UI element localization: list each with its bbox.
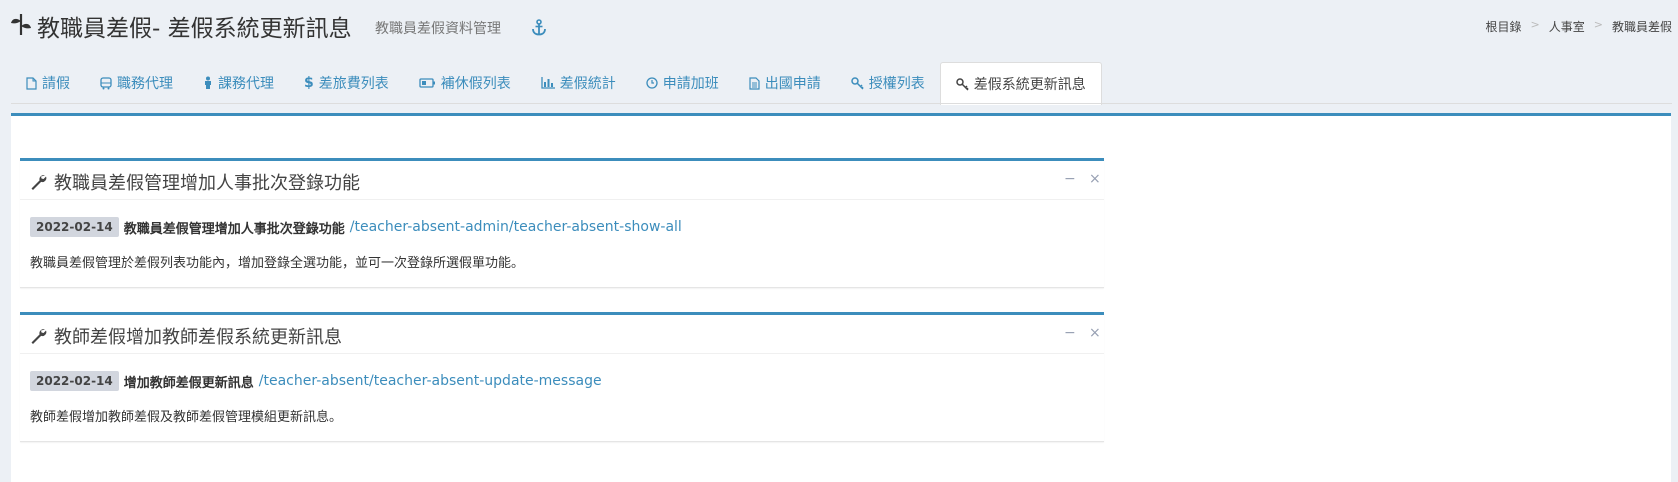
dollar-icon: $ (304, 75, 314, 91)
file-icon (26, 76, 37, 90)
wrench-icon (31, 175, 47, 190)
tab-label: 職務代理 (117, 76, 173, 92)
tab-label: 申請加班 (662, 76, 719, 92)
tab-class-proxy[interactable]: 課務代理 (188, 62, 289, 104)
battery-icon (419, 78, 436, 88)
breadcrumb-item-current: 教職員差假 (1611, 20, 1672, 34)
breadcrumb: 根目錄 > 人事室 > 教職員差假 (1486, 18, 1672, 35)
update-box: 教職員差假管理增加人事批次登錄功能 − × 2022-02-14 教職員差假管理… (20, 158, 1104, 288)
box-title: 教師差假增加教師差假系統更新訊息 (54, 327, 342, 348)
update-entry: 2022-02-14 教職員差假管理增加人事批次登錄功能 /teacher-ab… (30, 217, 682, 237)
document-icon (749, 76, 760, 90)
tab-label: 授權列表 (868, 76, 925, 92)
breadcrumb-separator: > (1593, 18, 1603, 31)
date-badge: 2022-02-14 (30, 217, 119, 237)
close-button[interactable]: × (1089, 170, 1101, 188)
minimize-button[interactable]: − (1064, 170, 1076, 188)
tab-travel-expense[interactable]: $ 差旅費列表 (289, 62, 404, 104)
tab-leave-statistics[interactable]: 差假統計 (526, 62, 631, 104)
box-header: 教師差假增加教師差假系統更新訊息 − × (20, 315, 1104, 354)
entry-title: 教職員差假管理增加人事批次登錄功能 (123, 221, 345, 237)
tab-update-messages[interactable]: 差假系統更新訊息 (939, 62, 1102, 105)
breadcrumb-item-hr[interactable]: 人事室 (1549, 18, 1585, 35)
minimize-button[interactable]: − (1064, 324, 1076, 342)
wrench-icon (31, 329, 47, 344)
leaf-logo-icon (11, 14, 31, 36)
box-body: 2022-02-14 教職員差假管理增加人事批次登錄功能 /teacher-ab… (20, 200, 1104, 287)
tab-label: 請假 (42, 76, 70, 92)
breadcrumb-separator: > (1530, 18, 1540, 31)
tab-label: 課務代理 (218, 76, 274, 92)
date-badge: 2022-02-14 (30, 371, 119, 391)
entry-title: 增加教師差假更新訊息 (123, 375, 254, 391)
tab-overtime[interactable]: 申請加班 (631, 62, 734, 104)
tab-content: 教職員差假管理增加人事批次登錄功能 − × 2022-02-14 教職員差假管理… (11, 113, 1671, 482)
entry-description: 教師差假增加教師差假及教師差假管理模組更新訊息。 (30, 410, 343, 425)
update-box: 教師差假增加教師差假系統更新訊息 − × 2022-02-14 增加教師差假更新… (20, 312, 1104, 442)
person-icon (203, 76, 213, 90)
key-icon (956, 77, 969, 91)
tab-label: 差假系統更新訊息 (973, 77, 1086, 93)
update-entry: 2022-02-14 增加教師差假更新訊息 /teacher-absent/te… (30, 371, 602, 391)
tab-label: 差假統計 (559, 76, 616, 92)
box-body: 2022-02-14 增加教師差假更新訊息 /teacher-absent/te… (20, 354, 1104, 441)
page-header: 教職員差假- 差假系統更新訊息 教職員差假資料管理 根目錄 > 人事室 > 教職… (0, 0, 1678, 52)
nav-tabs: 請假 職務代理 課務代理 $ 差旅費列表 補休假列表 差假統計 申請加班 出國申… (11, 62, 1102, 105)
box-header: 教職員差假管理增加人事批次登錄功能 − × (20, 161, 1104, 200)
page-title: 教職員差假- 差假系統更新訊息 (37, 16, 352, 42)
entry-description: 教職員差假管理於差假列表功能內，增加登錄全選功能，並可一次登錄所選假單功能。 (30, 256, 525, 271)
entry-link[interactable]: /teacher-absent/teacher-absent-update-me… (259, 373, 602, 389)
tab-leave[interactable]: 請假 (11, 62, 85, 104)
page-subtitle: 教職員差假資料管理 (375, 21, 501, 37)
tabs-divider (11, 103, 1672, 104)
clock-icon (646, 77, 658, 89)
box-title: 教職員差假管理增加人事批次登錄功能 (54, 173, 360, 194)
bar-chart-icon (541, 77, 555, 89)
breadcrumb-item-root[interactable]: 根目錄 (1486, 18, 1522, 35)
anchor-icon[interactable] (531, 19, 547, 36)
tab-label: 補休假列表 (440, 76, 511, 92)
bus-icon (100, 76, 112, 90)
key-icon (851, 76, 864, 90)
close-button[interactable]: × (1089, 324, 1101, 342)
tab-abroad-application[interactable]: 出國申請 (734, 62, 836, 104)
tab-duty-proxy[interactable]: 職務代理 (85, 62, 188, 104)
tab-compensatory-leave[interactable]: 補休假列表 (404, 62, 526, 104)
tab-label: 差旅費列表 (318, 76, 389, 92)
tab-label: 出國申請 (764, 76, 821, 92)
tab-authorization-list[interactable]: 授權列表 (836, 62, 940, 104)
entry-link[interactable]: /teacher-absent-admin/teacher-absent-sho… (350, 219, 682, 235)
